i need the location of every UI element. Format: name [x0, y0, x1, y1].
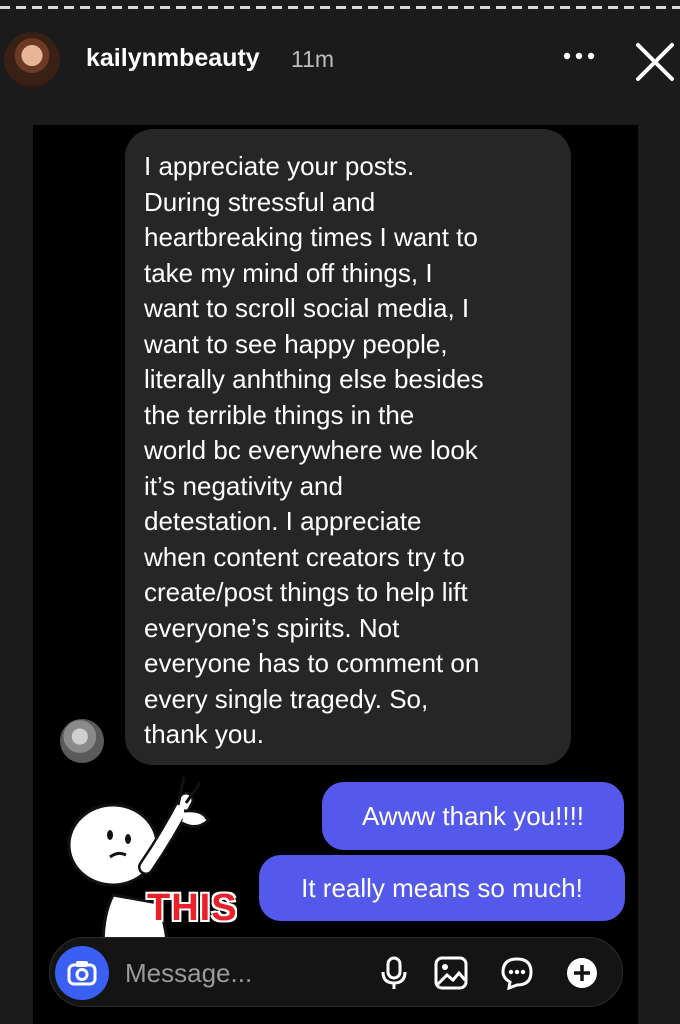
ellipsis-icon[interactable] [562, 50, 596, 62]
plus-icon[interactable] [565, 956, 599, 990]
camera-icon [67, 961, 97, 986]
story-progress-bar [0, 6, 680, 9]
microphone-icon[interactable] [377, 956, 411, 990]
close-icon[interactable] [633, 40, 677, 84]
message-composer[interactable]: Message... [49, 937, 623, 1007]
sender-avatar [60, 719, 104, 763]
camera-button[interactable] [55, 946, 109, 1000]
received-message-bubble: I appreciate your posts. During stressfu… [125, 129, 571, 765]
sent-message-bubble: It really means so much! [259, 855, 625, 921]
story-avatar[interactable] [2, 30, 62, 90]
received-message-text: I appreciate your posts. During stressfu… [144, 151, 484, 749]
message-input[interactable]: Message... [125, 958, 252, 989]
dm-conversation-screenshot: I appreciate your posts. During stressfu… [33, 125, 638, 1024]
sticker-caption: THIS [147, 887, 238, 929]
story-username[interactable]: kailynmbeauty [86, 44, 260, 73]
gallery-icon[interactable] [434, 956, 468, 990]
story-header: kailynmbeauty 11m [0, 26, 680, 96]
sticker-icon[interactable] [500, 956, 534, 990]
story-timestamp: 11m [291, 46, 335, 72]
sent-message-bubble: Awww thank you!!!! [322, 782, 624, 850]
